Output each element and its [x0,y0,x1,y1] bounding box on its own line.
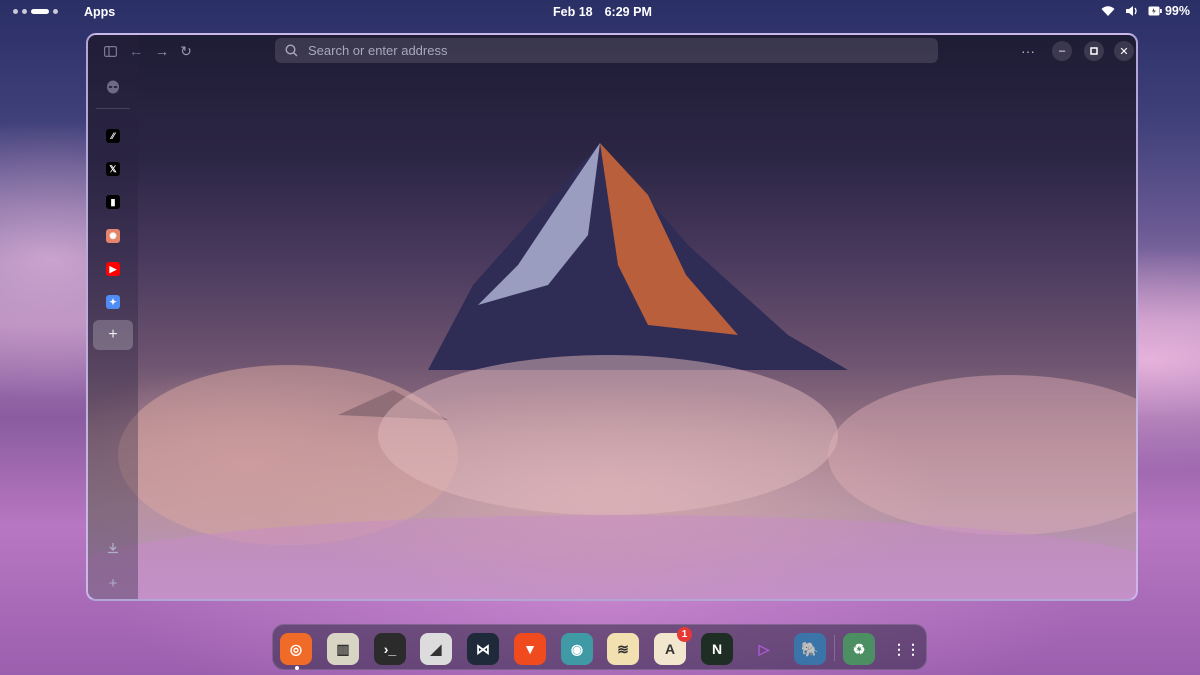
forward-button[interactable]: → [154,43,170,59]
battery-percent: 99% [1164,4,1190,18]
perplexity-icon: ⁄⁄ [106,129,120,143]
workspace-indicator[interactable] [13,9,58,14]
zen-browser-icon[interactable]: ◎ [280,633,312,665]
battery-icon [1148,6,1162,16]
workspace-button[interactable] [102,76,124,98]
pinned-tab[interactable]: ⁄⁄ [102,125,124,147]
dock-separator [834,635,835,661]
text-editor-icon[interactable]: ◢ [420,633,452,665]
close-icon: ✕ [1119,45,1129,58]
audio-player-icon[interactable]: ▷ [748,633,780,665]
vscode-icon[interactable]: ⋈ [467,633,499,665]
terminal-icon[interactable]: ›_ [374,633,406,665]
workspace-dot-active[interactable] [31,9,49,14]
alien-workspace-icon [107,80,119,94]
files-icon[interactable]: ▥ [327,633,359,665]
dock: ◎ ▥ ›_ ◢ ⋈ ▼ ◉ ≋ A 1 N ▷ 🐘 ♻ ⋮⋮ [272,624,927,670]
pinned-tab[interactable]: 𝕏 [102,158,124,180]
workspace-dot[interactable] [53,9,58,14]
volume-icon [1125,6,1137,16]
brave-icon[interactable]: ▼ [514,633,546,665]
new-tab-wallpaper [88,143,1136,599]
reload-button[interactable]: ↻ [178,43,194,59]
sidebar-divider [96,108,130,109]
layers-icon[interactable]: ≋ [607,633,639,665]
workspace-dot[interactable] [22,9,27,14]
browser-sidebar: ⁄⁄ 𝕏 ▮ ✺ ▶ ✦ + + [88,35,138,599]
pinned-tab[interactable]: ✺ [102,225,124,247]
more-horizontal-icon: ··· [1021,43,1035,59]
settings-icon[interactable]: ◉ [561,633,593,665]
minimize-button[interactable]: – [1052,41,1072,61]
trash-icon[interactable]: ♻ [843,633,875,665]
plus-icon: + [108,574,118,592]
address-bar[interactable] [275,38,938,63]
browser-window: ← → ↻ ··· – ✕ ⁄⁄𝕏▮✺▶✦ + + [86,33,1138,601]
date-label: Feb 18 [553,5,593,19]
apps-menu-button[interactable]: Apps [84,5,115,19]
x-icon: 𝕏 [106,162,120,176]
pinned-tab[interactable]: ▮ [102,191,124,213]
gemini-icon: ✦ [106,295,120,309]
add-workspace-button[interactable]: + [102,572,124,594]
running-indicator [295,666,299,670]
maximize-button[interactable] [1084,41,1104,61]
search-icon [285,44,298,57]
app-store-icon[interactable]: A1 [654,627,692,665]
minimize-icon: – [1058,45,1066,57]
pinned-tab[interactable]: ✦ [102,291,124,313]
address-input[interactable] [306,42,910,59]
notification-badge: 1 [677,627,692,642]
top-bar: Apps Feb 18 6:29 PM 99% [0,0,1200,24]
downloads-button[interactable] [102,537,124,559]
maximize-icon [1090,47,1098,55]
arrow-right-icon: → [155,43,169,59]
download-icon [108,543,118,554]
system-status[interactable]: 99% [1101,4,1190,18]
postgresql-icon[interactable]: 🐘 [794,633,826,665]
time-label: 6:29 PM [604,5,652,19]
plus-icon: + [108,326,118,343]
clock[interactable]: Feb 18 6:29 PM [553,5,652,19]
close-button[interactable]: ✕ [1114,41,1134,61]
neovim-icon[interactable]: N [701,633,733,665]
pinned-tab[interactable]: ▶ [102,258,124,280]
wifi-icon [1101,6,1115,16]
workspace-dot[interactable] [13,9,18,14]
notion-icon: ▮ [106,195,120,209]
youtube-icon: ▶ [106,262,120,276]
claude-icon: ✺ [106,229,120,243]
reload-icon: ↻ [180,42,192,59]
app-grid-icon[interactable]: ⋮⋮ [890,633,922,665]
menu-button[interactable]: ··· [1020,43,1036,59]
new-tab-button[interactable]: + [93,320,133,350]
